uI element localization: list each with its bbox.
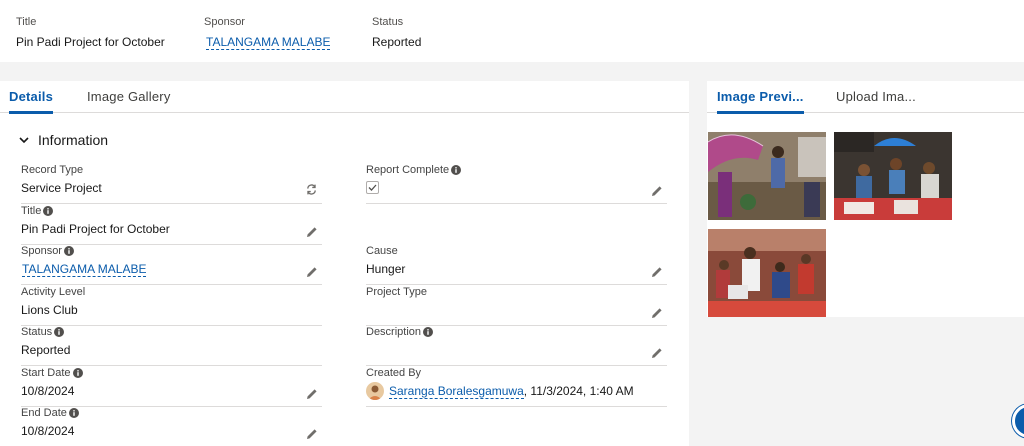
field-cause: Cause Hunger <box>366 244 667 285</box>
field-sponsor: Sponsor TALANGAMA MALABE <box>21 244 322 285</box>
section-title: Information <box>38 132 109 148</box>
report-complete-checkbox[interactable] <box>366 181 379 194</box>
image-thumbnail[interactable] <box>708 132 826 220</box>
details-tabs: Details Image Gallery <box>0 81 689 114</box>
field-value: Reported <box>21 343 71 357</box>
tab-image-gallery[interactable]: Image Gallery <box>87 81 171 113</box>
created-timestamp: , 11/3/2024, 1:40 AM <box>523 384 634 398</box>
check-icon <box>368 184 377 191</box>
highlight-status-value: Reported <box>372 35 422 49</box>
field-value: Service Project <box>21 181 102 195</box>
highlight-sponsor-link[interactable]: TALANGAMA MALABE <box>206 35 331 50</box>
change-record-type-icon[interactable] <box>305 183 318 196</box>
photo-distribution <box>708 229 826 317</box>
field-value: Pin Padi Project for October <box>21 222 170 236</box>
pencil-icon[interactable] <box>651 185 663 197</box>
field-created-by: Created By Saranga Boralesgamuwa, 11/3/2… <box>366 366 667 407</box>
highlight-title-label: Title <box>16 16 37 28</box>
field-end-date: End Date 10/8/2024 <box>21 406 322 446</box>
field-label: Report Complete <box>366 163 462 177</box>
highlight-status: Status Reported <box>372 15 421 50</box>
photo-crowd-blue-umbrella <box>834 132 952 220</box>
field-project-type: Project Type <box>366 285 667 326</box>
highlights-panel: Title Pin Padi Project for October Spons… <box>0 0 1024 62</box>
highlight-sponsor-label: Sponsor <box>204 16 245 28</box>
field-start-date: Start Date 10/8/2024 <box>21 366 322 407</box>
field-label: Description <box>366 325 434 339</box>
field-record-type: Record Type Service Project <box>21 163 322 204</box>
info-icon[interactable] <box>63 246 74 256</box>
info-icon[interactable] <box>72 368 83 378</box>
field-title: Title Pin Padi Project for October <box>21 204 322 245</box>
highlight-title-value: Pin Padi Project for October <box>16 35 165 49</box>
field-label: Status <box>21 325 65 339</box>
field-activity-level: Activity Level Lions Club <box>21 285 322 326</box>
tab-upload-image[interactable]: Upload Ima... <box>836 81 916 113</box>
info-icon[interactable] <box>451 165 462 175</box>
created-by-user-link[interactable]: Saranga Boralesgamuwa <box>389 384 524 399</box>
tab-image-preview[interactable]: Image Previ... <box>717 81 804 114</box>
pencil-icon[interactable] <box>651 266 663 278</box>
pencil-icon[interactable] <box>306 388 318 400</box>
image-thumbnail[interactable] <box>708 229 826 317</box>
floating-help-button[interactable] <box>1012 404 1024 438</box>
created-by-value: Saranga Boralesgamuwa, 11/3/2024, 1:40 A… <box>389 383 634 399</box>
avatar <box>366 382 384 400</box>
field-label: Record Type <box>21 164 84 176</box>
pencil-icon[interactable] <box>306 226 318 238</box>
photo-umbrellas <box>708 132 826 220</box>
field-value: Hunger <box>366 262 406 276</box>
info-icon[interactable] <box>68 408 79 418</box>
field-label: Title <box>21 204 54 218</box>
information-section-toggle[interactable]: Information <box>18 131 108 149</box>
image-thumbnail[interactable] <box>834 132 952 220</box>
field-report-complete: Report Complete <box>366 163 667 204</box>
field-label: Sponsor <box>21 244 74 258</box>
sponsor-link[interactable]: TALANGAMA MALABE <box>22 262 147 277</box>
details-card: Details Image Gallery Information Record… <box>0 81 689 446</box>
highlight-title: Title Pin Padi Project for October <box>16 15 165 50</box>
field-label: Created By <box>366 367 422 379</box>
field-label: Start Date <box>21 366 83 380</box>
field-label: Project Type <box>366 286 427 298</box>
image-tabs: Image Previ... Upload Ima... <box>707 81 1024 114</box>
field-value: Lions Club <box>21 303 78 317</box>
info-icon[interactable] <box>423 327 434 337</box>
tab-details[interactable]: Details <box>9 81 54 114</box>
field-label: Activity Level <box>21 286 86 298</box>
image-preview-card: Image Previ... Upload Ima... <box>707 81 1024 317</box>
pencil-icon[interactable] <box>306 428 318 440</box>
field-status: Status Reported <box>21 325 322 366</box>
chevron-down-icon <box>19 137 29 144</box>
highlight-sponsor: Sponsor TALANGAMA MALABE <box>204 15 331 50</box>
field-description: Description <box>366 325 667 366</box>
info-icon[interactable] <box>54 327 65 337</box>
highlight-status-label: Status <box>372 16 404 28</box>
field-label: End Date <box>21 406 79 420</box>
pencil-icon[interactable] <box>651 307 663 319</box>
field-label: Cause <box>366 245 398 257</box>
pencil-icon[interactable] <box>651 347 663 359</box>
info-icon[interactable] <box>43 206 54 216</box>
field-value: 10/8/2024 <box>21 384 75 398</box>
pencil-icon[interactable] <box>306 266 318 278</box>
field-value: 10/8/2024 <box>21 424 75 438</box>
